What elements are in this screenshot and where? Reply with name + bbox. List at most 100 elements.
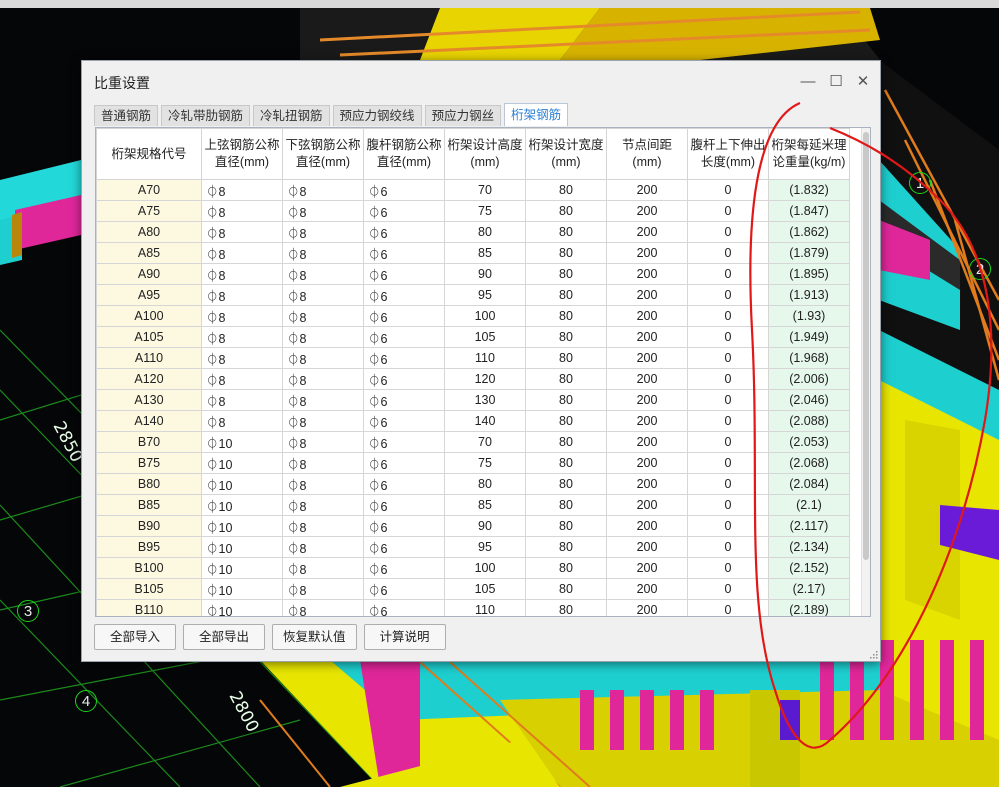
web-dia-cell[interactable]: ⏀6 — [363, 473, 445, 495]
design-width-cell[interactable]: 80 — [525, 200, 607, 222]
node-spacing-cell[interactable]: 200 — [606, 284, 688, 306]
web-extension-cell[interactable]: 0 — [687, 599, 769, 616]
design-height-cell[interactable]: 140 — [444, 410, 526, 432]
restore-default-button[interactable]: 恢复默认值 — [272, 624, 357, 650]
design-width-cell[interactable]: 80 — [525, 326, 607, 348]
unit-weight-cell[interactable]: (1.949) — [768, 326, 850, 348]
column-header-2[interactable]: 下弦钢筋公称 直径(mm) — [282, 128, 364, 180]
table-row[interactable]: A85 ⏀8 ⏀8 ⏀6 85 80 200 0 (1.879) — [96, 242, 850, 264]
design-width-cell[interactable]: 80 — [525, 368, 607, 390]
scrollbar-thumb[interactable] — [863, 132, 869, 560]
web-extension-cell[interactable]: 0 — [687, 536, 769, 558]
top-chord-dia-cell[interactable]: ⏀8 — [201, 410, 283, 432]
bottom-chord-dia-cell[interactable]: ⏀8 — [282, 389, 364, 411]
column-header-8[interactable]: 桁架每延米理 论重量(kg/m) — [768, 128, 850, 180]
web-dia-cell[interactable]: ⏀6 — [363, 200, 445, 222]
node-spacing-cell[interactable]: 200 — [606, 431, 688, 453]
node-spacing-cell[interactable]: 200 — [606, 599, 688, 616]
node-spacing-cell[interactable]: 200 — [606, 179, 688, 201]
web-dia-cell[interactable]: ⏀6 — [363, 578, 445, 600]
web-extension-cell[interactable]: 0 — [687, 473, 769, 495]
web-extension-cell[interactable]: 0 — [687, 263, 769, 285]
table-row[interactable]: A110 ⏀8 ⏀8 ⏀6 110 80 200 0 (1.968) — [96, 347, 850, 369]
top-chord-dia-cell[interactable]: ⏀8 — [201, 347, 283, 369]
web-extension-cell[interactable]: 0 — [687, 305, 769, 327]
bottom-chord-dia-cell[interactable]: ⏀8 — [282, 326, 364, 348]
top-chord-dia-cell[interactable]: ⏀10 — [201, 578, 283, 600]
web-dia-cell[interactable]: ⏀6 — [363, 452, 445, 474]
dialog-titlebar[interactable]: 比重设置 — ☐ ✕ — [82, 61, 880, 101]
bottom-chord-dia-cell[interactable]: ⏀8 — [282, 557, 364, 579]
unit-weight-cell[interactable]: (2.068) — [768, 452, 850, 474]
node-spacing-cell[interactable]: 200 — [606, 578, 688, 600]
design-height-cell[interactable]: 70 — [444, 431, 526, 453]
unit-weight-cell[interactable]: (1.832) — [768, 179, 850, 201]
web-dia-cell[interactable]: ⏀6 — [363, 326, 445, 348]
design-width-cell[interactable]: 80 — [525, 599, 607, 616]
top-chord-dia-cell[interactable]: ⏀8 — [201, 368, 283, 390]
design-height-cell[interactable]: 100 — [444, 305, 526, 327]
node-spacing-cell[interactable]: 200 — [606, 452, 688, 474]
web-dia-cell[interactable]: ⏀6 — [363, 557, 445, 579]
web-extension-cell[interactable]: 0 — [687, 221, 769, 243]
table-row[interactable]: A70 ⏀8 ⏀8 ⏀6 70 80 200 0 (1.832) — [96, 179, 850, 201]
design-width-cell[interactable]: 80 — [525, 452, 607, 474]
design-width-cell[interactable]: 80 — [525, 515, 607, 537]
web-extension-cell[interactable]: 0 — [687, 410, 769, 432]
bottom-chord-dia-cell[interactable]: ⏀8 — [282, 200, 364, 222]
web-extension-cell[interactable]: 0 — [687, 578, 769, 600]
top-chord-dia-cell[interactable]: ⏀8 — [201, 326, 283, 348]
vertical-scrollbar[interactable] — [861, 128, 870, 616]
design-height-cell[interactable]: 100 — [444, 557, 526, 579]
web-dia-cell[interactable]: ⏀6 — [363, 410, 445, 432]
design-width-cell[interactable]: 80 — [525, 431, 607, 453]
unit-weight-cell[interactable]: (2.152) — [768, 557, 850, 579]
table-row[interactable]: B85 ⏀10 ⏀8 ⏀6 85 80 200 0 (2.1) — [96, 494, 850, 516]
unit-weight-cell[interactable]: (1.913) — [768, 284, 850, 306]
unit-weight-cell[interactable]: (2.17) — [768, 578, 850, 600]
web-dia-cell[interactable]: ⏀6 — [363, 368, 445, 390]
node-spacing-cell[interactable]: 200 — [606, 200, 688, 222]
web-dia-cell[interactable]: ⏀6 — [363, 431, 445, 453]
truss-code-cell[interactable]: B110 — [96, 599, 202, 616]
truss-code-cell[interactable]: A75 — [96, 200, 202, 222]
top-chord-dia-cell[interactable]: ⏀10 — [201, 452, 283, 474]
design-height-cell[interactable]: 80 — [444, 473, 526, 495]
table-row[interactable]: B100 ⏀10 ⏀8 ⏀6 100 80 200 0 (2.152) — [96, 557, 850, 579]
unit-weight-cell[interactable]: (2.053) — [768, 431, 850, 453]
unit-weight-cell[interactable]: (2.134) — [768, 536, 850, 558]
design-height-cell[interactable]: 75 — [444, 452, 526, 474]
column-header-3[interactable]: 腹杆钢筋公称 直径(mm) — [363, 128, 445, 180]
truss-code-cell[interactable]: A140 — [96, 410, 202, 432]
node-spacing-cell[interactable]: 200 — [606, 536, 688, 558]
resize-grip-icon[interactable] — [869, 650, 878, 659]
minimize-button[interactable]: — — [794, 69, 822, 93]
unit-weight-cell[interactable]: (2.006) — [768, 368, 850, 390]
web-dia-cell[interactable]: ⏀6 — [363, 263, 445, 285]
node-spacing-cell[interactable]: 200 — [606, 515, 688, 537]
node-spacing-cell[interactable]: 200 — [606, 494, 688, 516]
top-chord-dia-cell[interactable]: ⏀8 — [201, 200, 283, 222]
design-height-cell[interactable]: 95 — [444, 284, 526, 306]
bottom-chord-dia-cell[interactable]: ⏀8 — [282, 242, 364, 264]
table-row[interactable]: B70 ⏀10 ⏀8 ⏀6 70 80 200 0 (2.053) — [96, 431, 850, 453]
unit-weight-cell[interactable]: (2.117) — [768, 515, 850, 537]
bottom-chord-dia-cell[interactable]: ⏀8 — [282, 221, 364, 243]
truss-code-cell[interactable]: A100 — [96, 305, 202, 327]
node-spacing-cell[interactable]: 200 — [606, 305, 688, 327]
bottom-chord-dia-cell[interactable]: ⏀8 — [282, 368, 364, 390]
design-width-cell[interactable]: 80 — [525, 347, 607, 369]
web-extension-cell[interactable]: 0 — [687, 242, 769, 264]
top-chord-dia-cell[interactable]: ⏀8 — [201, 242, 283, 264]
design-width-cell[interactable]: 80 — [525, 221, 607, 243]
web-extension-cell[interactable]: 0 — [687, 326, 769, 348]
truss-code-cell[interactable]: A90 — [96, 263, 202, 285]
design-height-cell[interactable]: 105 — [444, 578, 526, 600]
close-button[interactable]: ✕ — [849, 69, 877, 93]
unit-weight-cell[interactable]: (1.862) — [768, 221, 850, 243]
web-dia-cell[interactable]: ⏀6 — [363, 305, 445, 327]
node-spacing-cell[interactable]: 200 — [606, 557, 688, 579]
design-height-cell[interactable]: 85 — [444, 242, 526, 264]
column-header-1[interactable]: 上弦钢筋公称 直径(mm) — [201, 128, 283, 180]
design-height-cell[interactable]: 85 — [444, 494, 526, 516]
